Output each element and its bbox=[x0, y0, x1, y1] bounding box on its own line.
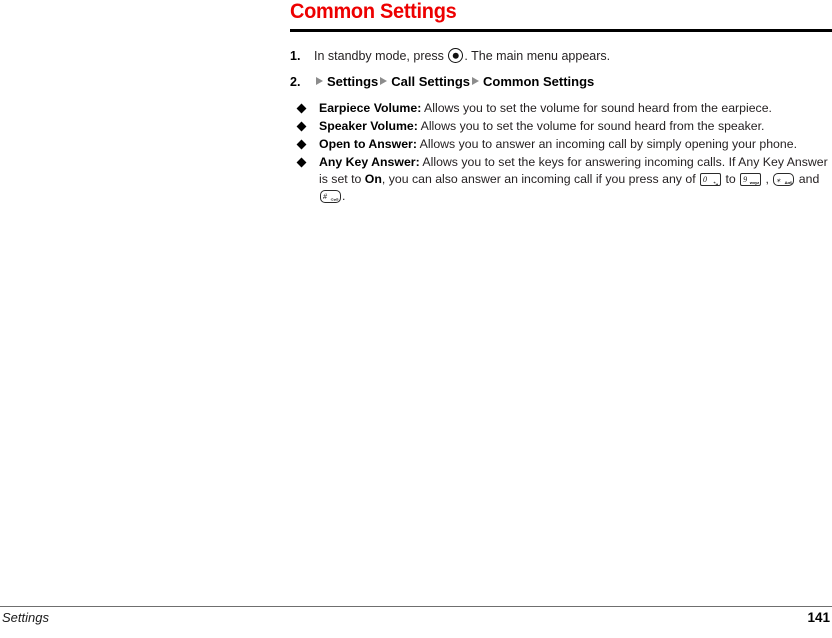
keypad-key-star-icon: ⁎ Δα§ bbox=[773, 173, 795, 186]
option-value-on: On bbox=[364, 172, 382, 186]
footer-section-name: Settings bbox=[2, 610, 49, 625]
keycap-main-label: 9 bbox=[743, 174, 748, 184]
diamond-bullet-icon bbox=[296, 121, 307, 132]
footer-divider bbox=[0, 606, 832, 607]
option-term: Earpiece Volume: bbox=[319, 101, 422, 115]
keycap-sub-label: wxyz bbox=[749, 179, 759, 185]
option-description: Allows you to set the volume for sound h… bbox=[421, 101, 772, 115]
keypad-key-0-icon: 0 +␣ bbox=[700, 173, 722, 186]
option-description: Allows you to answer an incoming call by… bbox=[416, 137, 797, 151]
keycap-main-label: 0 bbox=[703, 174, 708, 184]
option-description: Allows you to set the volume for sound h… bbox=[417, 119, 765, 133]
step-number: 2. bbox=[290, 75, 301, 89]
chevron-right-icon bbox=[316, 77, 323, 85]
step-text: In standby mode, press . The main menu a… bbox=[314, 48, 611, 63]
option-description-part2: , you can also answer an incoming call i… bbox=[381, 172, 700, 186]
title-divider bbox=[290, 29, 832, 32]
list-item: Any Key Answer: Allows you to set the ke… bbox=[290, 154, 832, 205]
option-term: Open to Answer: bbox=[319, 137, 417, 151]
footer-page-number: 141 bbox=[807, 610, 830, 625]
ok-select-key-icon bbox=[448, 48, 464, 63]
chevron-right-icon bbox=[472, 77, 480, 85]
keycap-main-label: # bbox=[323, 191, 327, 201]
list-item: Speaker Volume: Allows you to set the vo… bbox=[290, 118, 832, 135]
keycap-main-label: ⁎ bbox=[776, 174, 781, 184]
keycap-sub-label: Δα§ bbox=[784, 179, 792, 185]
chevron-right-icon bbox=[380, 77, 388, 85]
step-text-before-icon: In standby mode, press bbox=[314, 49, 444, 63]
keycap-sub-label: ©¤® bbox=[330, 196, 339, 202]
keypad-key-hash-icon: # ©¤® bbox=[320, 190, 341, 203]
step-number: 1. bbox=[290, 49, 301, 63]
keycap-sub-label: +␣ bbox=[713, 179, 719, 185]
keypad-key-9-icon: 9 wxyz bbox=[740, 173, 762, 186]
diamond-bullet-icon bbox=[296, 157, 307, 168]
page-footer: Settings 141 bbox=[0, 606, 832, 628]
list-item: Earpiece Volume: Allows you to set the v… bbox=[290, 100, 832, 117]
diamond-bullet-icon bbox=[296, 103, 307, 114]
option-term: Any Key Answer: bbox=[319, 155, 420, 169]
breadcrumb-item-common-settings[interactable]: Common Settings bbox=[483, 74, 594, 89]
diamond-bullet-icon bbox=[296, 139, 307, 150]
connector-and: and bbox=[795, 172, 820, 186]
page-title: Common Settings bbox=[290, 0, 457, 23]
step-text-after-icon: . The main menu appears. bbox=[464, 49, 611, 63]
content-column: Common Settings 1. In standby mode, pres… bbox=[290, 0, 832, 206]
connector-comma: , bbox=[762, 172, 773, 186]
option-term: Speaker Volume: bbox=[319, 119, 418, 133]
sentence-terminator: . bbox=[342, 189, 346, 203]
step-item-2: 2. Settings Call Settings Common Settings bbox=[290, 74, 832, 90]
step-item-1: 1. In standby mode, press . The main men… bbox=[290, 48, 832, 64]
manual-page: Common Settings 1. In standby mode, pres… bbox=[0, 0, 832, 638]
settings-options-list: Earpiece Volume: Allows you to set the v… bbox=[290, 100, 832, 205]
steps-list: 1. In standby mode, press . The main men… bbox=[290, 48, 832, 90]
breadcrumb-item-settings[interactable]: Settings bbox=[327, 74, 378, 89]
list-item: Open to Answer: Allows you to answer an … bbox=[290, 136, 832, 153]
breadcrumb-item-call-settings[interactable]: Call Settings bbox=[391, 74, 470, 89]
connector-to: to bbox=[722, 172, 740, 186]
breadcrumb: Settings Call Settings Common Settings bbox=[314, 74, 594, 89]
